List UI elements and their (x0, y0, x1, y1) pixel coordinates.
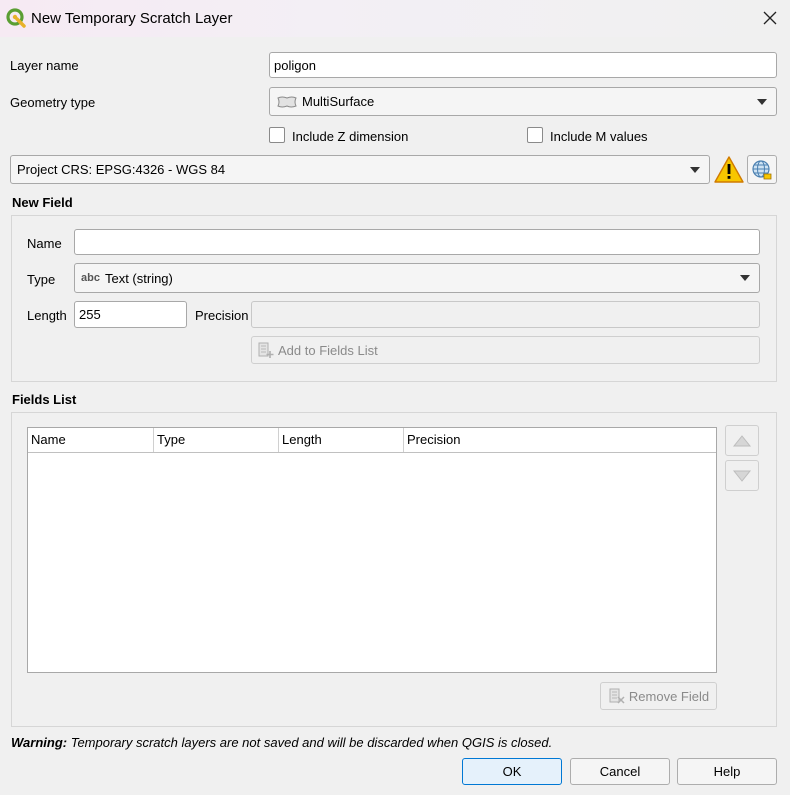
remove-field-button[interactable]: Remove Field (600, 682, 717, 710)
warning-message: Warning: Temporary scratch layers are no… (11, 735, 552, 750)
qgis-logo-icon (6, 8, 26, 28)
fields-table[interactable]: Name Type Length Precision (27, 427, 717, 673)
remove-field-label: Remove Field (628, 688, 710, 704)
layer-name-input[interactable]: poligon (269, 52, 777, 78)
length-value: 255 (79, 307, 101, 322)
add-to-fields-list-label: Add to Fields List (278, 342, 378, 358)
warning-icon[interactable] (714, 155, 744, 184)
length-label: Length (27, 308, 67, 323)
geometry-type-value: MultiSurface (302, 94, 375, 109)
field-type-value: Text (string) (104, 270, 173, 286)
chevron-down-icon (690, 166, 700, 173)
precision-input[interactable] (251, 301, 760, 328)
text-type-icon: abc (81, 272, 100, 284)
arrow-down-icon (732, 470, 752, 482)
polygon-geometry-icon (277, 96, 297, 107)
crs-combo[interactable]: Project CRS: EPSG:4326 - WGS 84 (10, 155, 710, 184)
crs-value: Project CRS: EPSG:4326 - WGS 84 (17, 162, 226, 177)
column-header-type[interactable]: Type (154, 428, 279, 452)
include-z-label: Include Z dimension (292, 129, 409, 144)
globe-icon (752, 159, 772, 179)
length-input[interactable]: 255 (74, 301, 187, 328)
select-crs-button[interactable] (747, 155, 777, 184)
include-m-label: Include M values (550, 129, 648, 144)
new-field-title: New Field (12, 195, 73, 210)
ok-button[interactable]: OK (462, 758, 562, 785)
move-up-button[interactable] (725, 425, 759, 456)
precision-label: Precision (195, 308, 249, 323)
field-type-label: Type (27, 272, 56, 287)
geometry-type-combo[interactable]: MultiSurface (269, 87, 777, 116)
fields-list-title: Fields List (12, 392, 77, 407)
include-z-checkbox[interactable] (269, 127, 285, 143)
include-m-checkbox[interactable] (527, 127, 543, 143)
chevron-down-icon (740, 275, 750, 281)
cancel-button[interactable]: Cancel (570, 758, 670, 785)
arrow-up-icon (732, 434, 752, 446)
chevron-down-icon (757, 98, 767, 105)
column-header-precision[interactable]: Precision (404, 428, 716, 452)
title-bar: New Temporary Scratch Layer (0, 0, 790, 37)
field-type-combo[interactable]: abc Text (string) (74, 263, 760, 293)
remove-field-icon (609, 688, 625, 704)
layer-name-label: Layer name (10, 58, 79, 73)
window-title: New Temporary Scratch Layer (31, 10, 233, 27)
layer-name-value: poligon (274, 57, 316, 73)
warning-text: Temporary scratch layers are not saved a… (67, 735, 553, 750)
close-button[interactable] (755, 5, 785, 31)
help-button[interactable]: Help (677, 758, 777, 785)
warning-label: Warning: (11, 735, 68, 750)
column-header-name[interactable]: Name (28, 428, 154, 452)
field-name-label: Name (27, 236, 62, 251)
add-field-icon (258, 342, 274, 358)
move-down-button[interactable] (725, 460, 759, 491)
fields-table-header: Name Type Length Precision (28, 428, 716, 453)
column-header-length[interactable]: Length (279, 428, 404, 452)
add-to-fields-list-button[interactable]: Add to Fields List (251, 336, 760, 364)
close-icon (763, 11, 777, 25)
geometry-type-label: Geometry type (10, 95, 96, 110)
field-name-input[interactable] (74, 229, 760, 255)
